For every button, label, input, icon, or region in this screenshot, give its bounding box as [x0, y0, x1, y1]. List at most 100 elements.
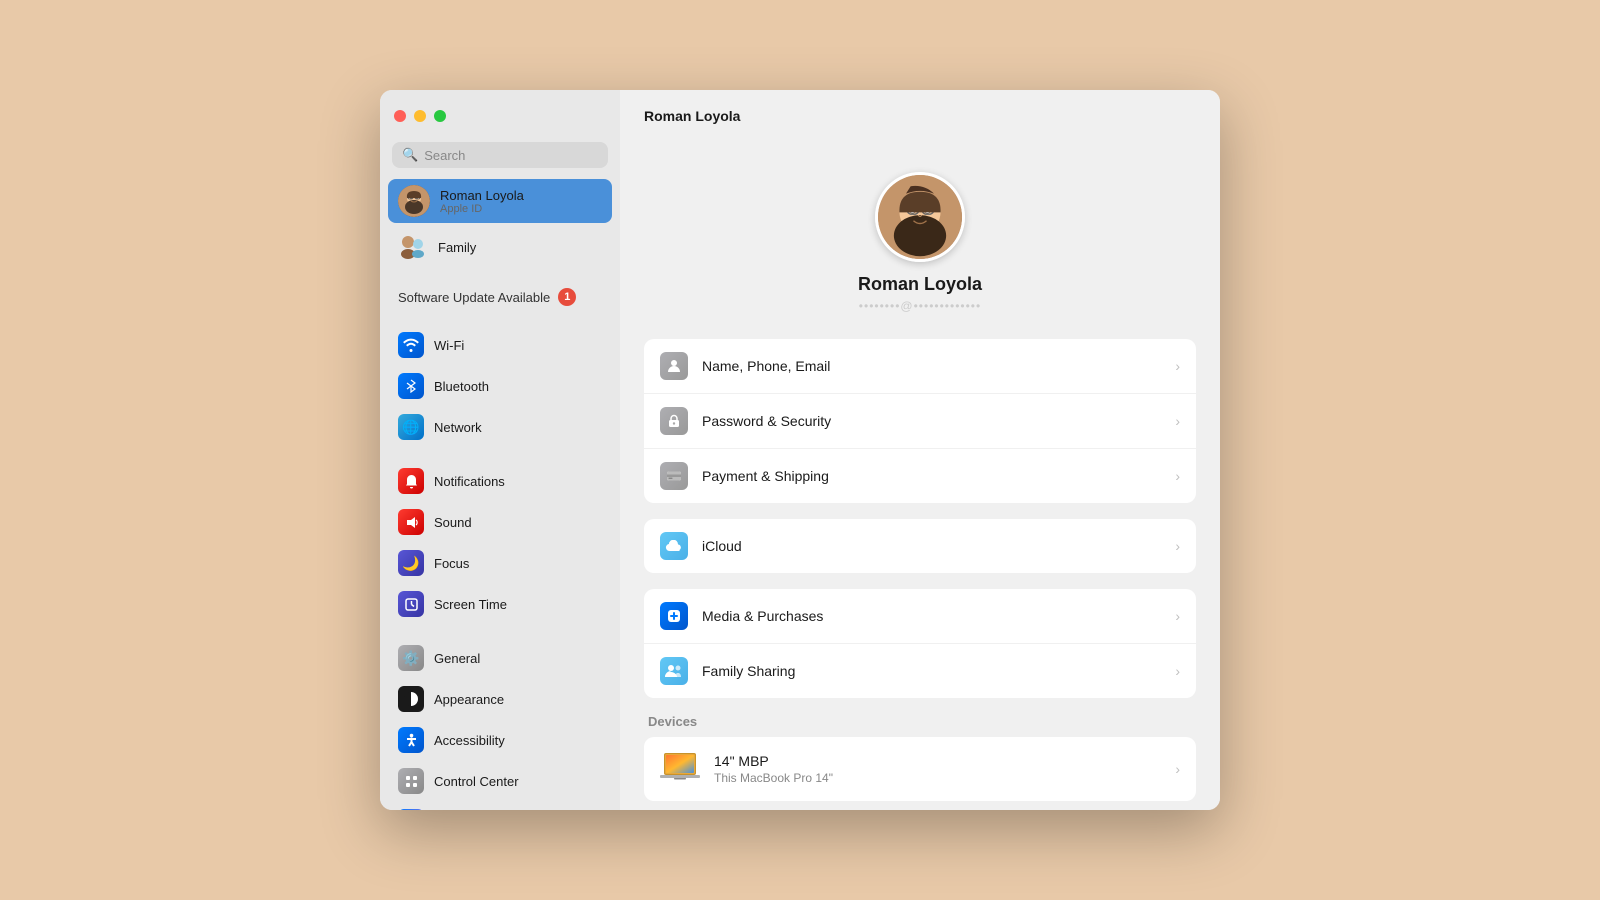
profile-name: Roman Loyola	[858, 274, 982, 295]
controlcenter-icon	[398, 768, 424, 794]
user-avatar-small	[398, 185, 430, 217]
chevron-media: ›	[1175, 608, 1180, 624]
sidebar-item-screentime[interactable]: Screen Time	[388, 584, 612, 624]
profile-avatar	[875, 172, 965, 262]
sidebar-item-controlcenter[interactable]: Control Center	[388, 761, 612, 801]
sidebar: 🔍	[380, 90, 620, 810]
search-input[interactable]	[424, 148, 598, 163]
media-family-group: Media & Purchases › Family Sharing	[644, 589, 1196, 698]
device-row-mbp[interactable]: 14" MBP This MacBook Pro 14" ›	[644, 737, 1196, 801]
chevron-name-phone-email: ›	[1175, 358, 1180, 374]
software-update-label: Software Update Available	[398, 290, 550, 305]
notifications-label: Notifications	[434, 474, 505, 489]
password-security-row[interactable]: Password & Security ›	[644, 394, 1196, 449]
accessibility-icon	[398, 727, 424, 753]
main-body: Roman Loyola ••••••••@••••••••••••• Name…	[620, 142, 1220, 810]
maximize-button[interactable]	[434, 110, 446, 122]
media-purchases-row[interactable]: Media & Purchases ›	[644, 589, 1196, 644]
sidebar-item-family[interactable]: Family	[388, 225, 612, 269]
sidebar-item-wifi[interactable]: Wi-Fi	[388, 325, 612, 365]
software-update-row[interactable]: Software Update Available 1	[380, 282, 620, 312]
profile-email: ••••••••@•••••••••••••	[859, 299, 981, 313]
name-phone-email-icon	[660, 352, 688, 380]
user-name: Roman Loyola	[440, 188, 524, 203]
devices-title: Devices	[644, 714, 1196, 729]
payment-shipping-row[interactable]: Payment & Shipping ›	[644, 449, 1196, 503]
bluetooth-icon	[398, 373, 424, 399]
system-section: ⚙️ General Appearance	[380, 637, 620, 810]
screentime-label: Screen Time	[434, 597, 507, 612]
controlcenter-label: Control Center	[434, 774, 519, 789]
network-label: Network	[434, 420, 482, 435]
password-security-icon	[660, 407, 688, 435]
network-section: Wi-Fi Bluetooth 🌐 Network	[380, 324, 620, 448]
focus-label: Focus	[434, 556, 469, 571]
family-avatar	[398, 232, 428, 262]
network-icon: 🌐	[398, 414, 424, 440]
sidebar-item-notifications[interactable]: Notifications	[388, 461, 612, 501]
media-purchases-label: Media & Purchases	[702, 608, 1161, 624]
siri-icon: 🎙	[398, 809, 424, 810]
devices-section: Devices	[644, 714, 1196, 801]
sidebar-item-sound[interactable]: Sound	[388, 502, 612, 542]
device-info-mbp: 14" MBP This MacBook Pro 14"	[714, 753, 1161, 785]
payment-shipping-icon	[660, 462, 688, 490]
family-label: Family	[438, 240, 476, 255]
alerts-section: Notifications Sound 🌙 Focus	[380, 460, 620, 625]
media-purchases-icon	[660, 602, 688, 630]
user-sublabel: Apple ID	[440, 203, 524, 215]
sound-label: Sound	[434, 515, 472, 530]
profile-header: Roman Loyola ••••••••@•••••••••••••	[644, 152, 1196, 323]
main-content: Roman Loyola	[620, 90, 1220, 810]
wifi-label: Wi-Fi	[434, 338, 464, 353]
notifications-icon	[398, 468, 424, 494]
icloud-label: iCloud	[702, 538, 1161, 554]
sidebar-item-general[interactable]: ⚙️ General	[388, 638, 612, 678]
close-button[interactable]	[394, 110, 406, 122]
search-bar: 🔍	[392, 142, 608, 168]
update-badge: 1	[558, 288, 576, 306]
device-icon-mbp	[660, 749, 700, 789]
payment-shipping-label: Payment & Shipping	[702, 468, 1161, 484]
name-phone-email-label: Name, Phone, Email	[702, 358, 1161, 374]
main-titlebar: Roman Loyola	[620, 90, 1220, 142]
appearance-icon	[398, 686, 424, 712]
family-sharing-label: Family Sharing	[702, 663, 1161, 679]
wifi-icon	[398, 332, 424, 358]
chevron-payment: ›	[1175, 468, 1180, 484]
accessibility-label: Accessibility	[434, 733, 505, 748]
chevron-device-mbp: ›	[1175, 761, 1180, 777]
main-title: Roman Loyola	[644, 108, 740, 124]
device-desc-mbp: This MacBook Pro 14"	[714, 771, 1161, 785]
password-security-label: Password & Security	[702, 413, 1161, 429]
device-name-mbp: 14" MBP	[714, 753, 1161, 769]
chevron-password: ›	[1175, 413, 1180, 429]
appearance-label: Appearance	[434, 692, 504, 707]
minimize-button[interactable]	[414, 110, 426, 122]
user-info: Roman Loyola Apple ID	[440, 188, 524, 215]
sidebar-item-accessibility[interactable]: Accessibility	[388, 720, 612, 760]
settings-window: 🔍	[380, 90, 1220, 810]
family-sharing-row[interactable]: Family Sharing ›	[644, 644, 1196, 698]
bluetooth-label: Bluetooth	[434, 379, 489, 394]
sound-icon	[398, 509, 424, 535]
general-icon: ⚙️	[398, 645, 424, 671]
chevron-icloud: ›	[1175, 538, 1180, 554]
sidebar-item-focus[interactable]: 🌙 Focus	[388, 543, 612, 583]
icloud-icon	[660, 532, 688, 560]
focus-icon: 🌙	[398, 550, 424, 576]
sidebar-item-network[interactable]: 🌐 Network	[388, 407, 612, 447]
titlebar	[380, 90, 620, 142]
icloud-row[interactable]: iCloud ›	[644, 519, 1196, 573]
chevron-family: ›	[1175, 663, 1180, 679]
general-label: General	[434, 651, 480, 666]
name-phone-email-row[interactable]: Name, Phone, Email ›	[644, 339, 1196, 394]
search-icon: 🔍	[402, 147, 418, 163]
sidebar-item-bluetooth[interactable]: Bluetooth	[388, 366, 612, 406]
sidebar-item-user[interactable]: Roman Loyola Apple ID	[388, 179, 612, 223]
sidebar-item-appearance[interactable]: Appearance	[388, 679, 612, 719]
sidebar-item-siri[interactable]: 🎙 Siri & Spotlight	[388, 802, 612, 810]
family-sharing-icon	[660, 657, 688, 685]
icloud-group: iCloud ›	[644, 519, 1196, 573]
screentime-icon	[398, 591, 424, 617]
